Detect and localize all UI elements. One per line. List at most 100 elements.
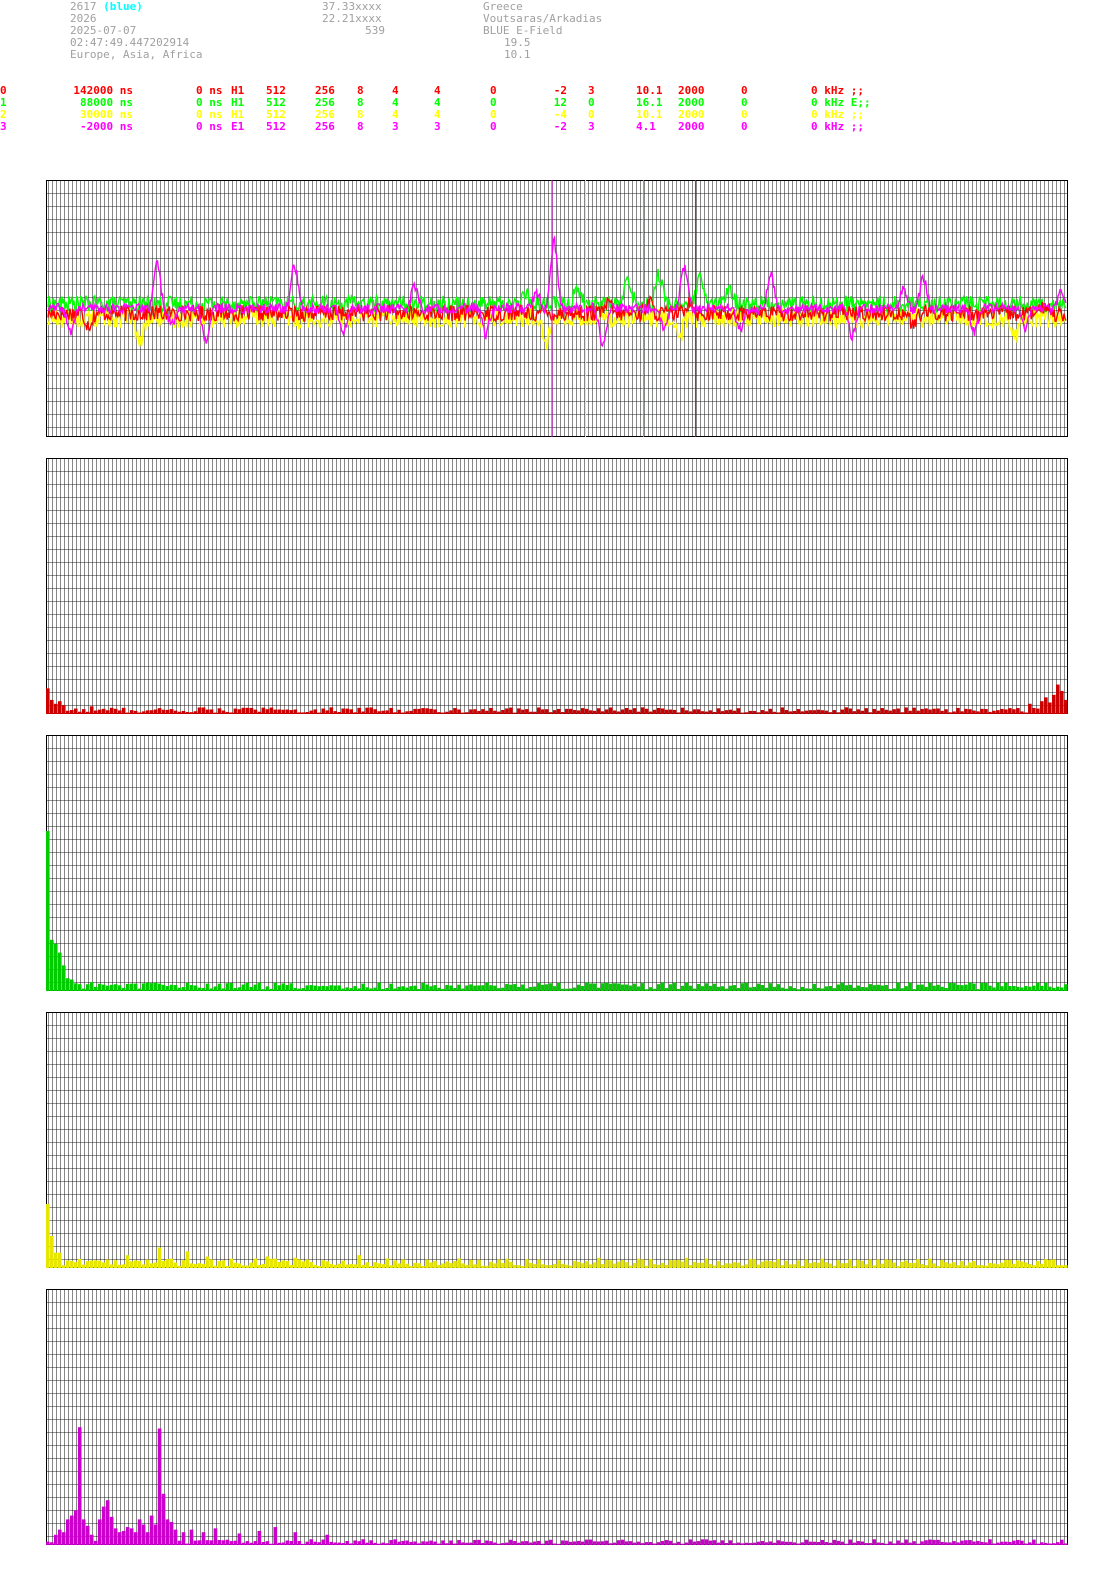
spectrum-bar (848, 984, 853, 991)
spectrum-bar (105, 710, 110, 714)
spectrum-bar (716, 986, 721, 991)
spectrum-bar (876, 1259, 880, 1268)
spectrum-bar (584, 1539, 589, 1545)
spectrum-bar (920, 1541, 924, 1545)
spectrum-bar (85, 711, 90, 714)
spectrum-bar (864, 1543, 868, 1545)
spectrum-bar (732, 1262, 737, 1268)
spectrum-bar (948, 1542, 952, 1545)
spectrum-bar (748, 987, 753, 991)
spectrum-bar (704, 711, 709, 714)
spectrum-bar (517, 1542, 521, 1545)
spectrum-bar (389, 1265, 393, 1268)
spectrum-bar (93, 710, 98, 714)
spectrum-bar (748, 710, 753, 714)
spectrum-bar (417, 1263, 421, 1268)
spectrum-bar (880, 1263, 884, 1268)
spectrum-bar (728, 709, 733, 714)
spectrum-bar (169, 1258, 174, 1268)
spectrum-bar (924, 1265, 928, 1268)
spectrum-bar (712, 1540, 717, 1545)
spectrum-bar (1008, 1259, 1012, 1268)
spectrum-bar (293, 709, 298, 714)
spectrum-bar (804, 1539, 809, 1545)
spectrum-bar (373, 1262, 377, 1268)
spectrum-bar (972, 1541, 976, 1545)
spectrum-bar (349, 1543, 353, 1545)
spectrum-bar (173, 985, 178, 991)
spectrum-bar (321, 1260, 326, 1268)
spectrum-bar (676, 1541, 681, 1545)
spectrum-bar (788, 1264, 793, 1268)
spectrum-bar (908, 1542, 912, 1545)
spectrum-bar (341, 708, 346, 714)
spectrum-bar (333, 985, 338, 991)
spectrum-bar (1060, 1539, 1064, 1545)
spectrum-bar (588, 983, 593, 991)
spectrum-bar (297, 1541, 302, 1545)
spectrum-bar (996, 1264, 1000, 1268)
spectrum-bar (161, 1493, 166, 1545)
spectrum-chart-2 (46, 1012, 1068, 1268)
spectrum-panel-2 (46, 1012, 1068, 1268)
spectrum-bar (169, 984, 174, 991)
spectrum-bar (928, 982, 932, 991)
spectrum-bar (481, 985, 485, 991)
spectrum-bar (125, 712, 130, 714)
spectrum-bar (157, 1247, 162, 1268)
spectrum-bar (680, 707, 685, 714)
spectrum-bar (429, 1540, 433, 1545)
spectrum-bar (117, 710, 122, 714)
spectrum-bar (89, 1260, 94, 1268)
spectrum-bar (868, 1259, 872, 1268)
spectrum-bar (644, 708, 649, 714)
spectrum-bar (221, 1540, 226, 1545)
spectrum-bar (377, 1263, 381, 1268)
spectrum-bar (980, 1265, 984, 1268)
spectrum-bar (668, 1540, 673, 1545)
spectrum-bar (908, 982, 912, 991)
spectrum-bar (369, 1266, 373, 1268)
spectrum-bar (141, 1524, 146, 1545)
spectrum-bar (964, 984, 968, 991)
spectrum-bar (505, 1258, 509, 1268)
spectrum-bar (225, 711, 230, 714)
spectrum-bar (97, 1519, 102, 1545)
spectrum-bar (752, 1542, 757, 1545)
spectrum-bar (820, 710, 825, 714)
spectrum-bar (844, 707, 849, 714)
spectrum-bar (792, 1264, 797, 1268)
spectrum-bar (664, 1264, 669, 1268)
spectrum-bar (836, 984, 841, 991)
spectrum-bar (133, 710, 138, 714)
spectrum-bar (497, 1543, 501, 1545)
channel-3-i: 4.1 (636, 120, 656, 133)
spectrum-bar (429, 1262, 433, 1268)
spectrum-bar (341, 1543, 346, 1545)
spectrum-bar (185, 982, 190, 991)
spectrum-bar (624, 1541, 629, 1545)
spectrum-bar (828, 986, 833, 991)
spectrum-bar (756, 983, 761, 991)
spectrum-bar (780, 987, 785, 991)
spectrum-bar (525, 1259, 529, 1268)
spectrum-bar (616, 983, 621, 991)
spectrum-bar (900, 712, 904, 714)
spectrum-bar (700, 711, 705, 714)
spectrum-bar (341, 988, 346, 991)
spectrum-bar (912, 1262, 916, 1268)
spectrum-bar (521, 709, 525, 714)
spectrum-bar (928, 1258, 932, 1268)
spectrum-bar (1064, 984, 1068, 991)
spectrum-bar (277, 709, 282, 714)
spectrum-bar (301, 712, 306, 714)
spectrum-bar (840, 982, 845, 991)
spectrum-bar (764, 1542, 769, 1545)
spectrum-bar (253, 984, 258, 991)
spectrum-bar (912, 989, 916, 991)
spectrum-bar (676, 1259, 681, 1268)
spectrum-bar (772, 1261, 777, 1268)
spectrum-bar (409, 1266, 413, 1268)
spectrum-bar (549, 1265, 553, 1268)
spectrum-bar (1060, 987, 1064, 991)
